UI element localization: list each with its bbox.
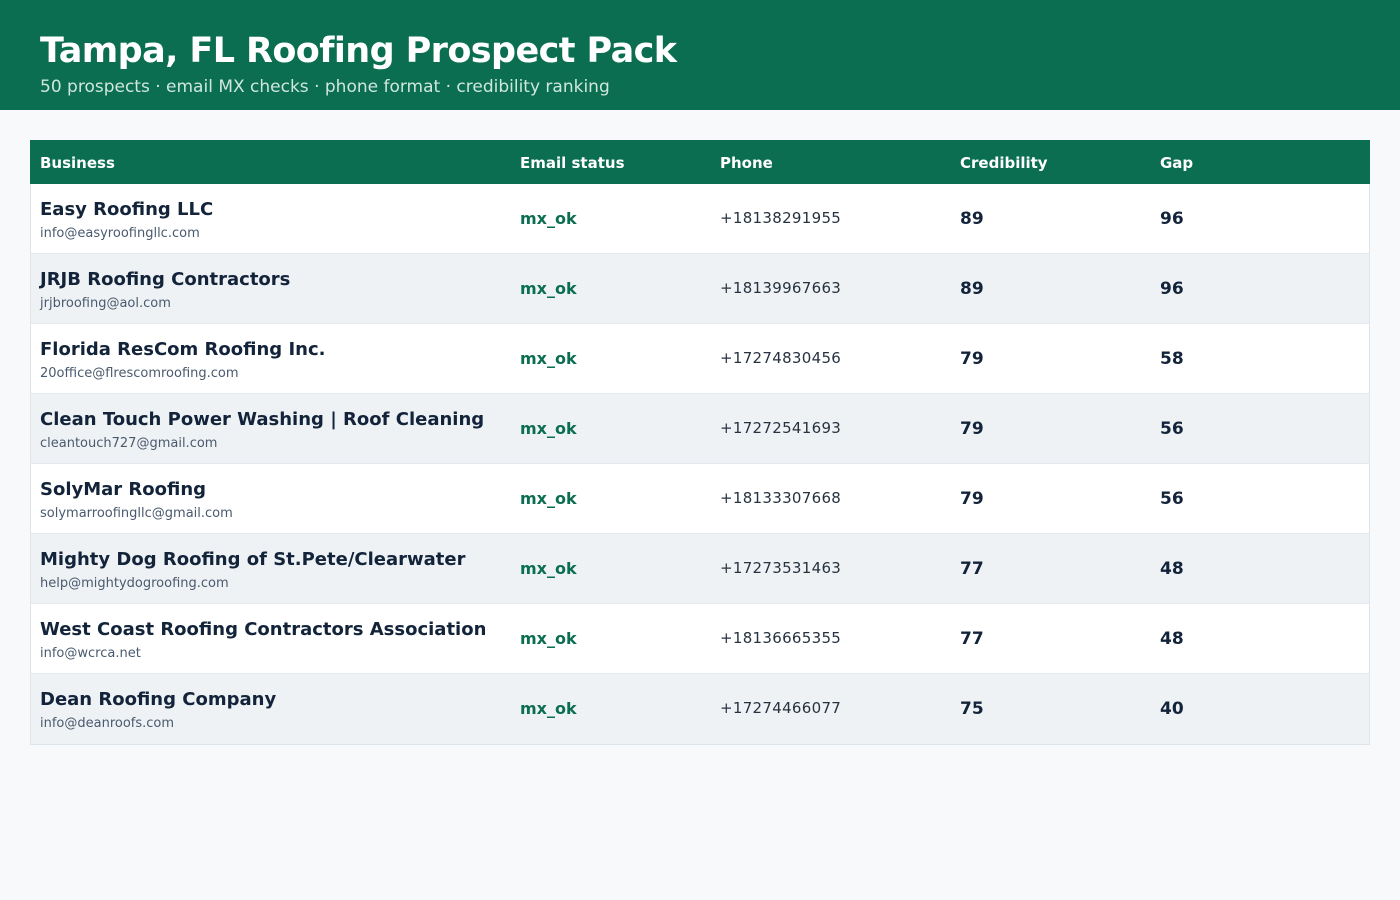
business-email: solymarroofingllc@gmail.com	[40, 506, 233, 521]
phone-number: +17274466077	[720, 699, 842, 717]
email-status-badge: mx_ok	[520, 349, 577, 368]
table-row[interactable]: SolyMar Roofing solymarroofingllc@gmail.…	[31, 464, 1369, 534]
phone-number: +18133307668	[720, 489, 842, 507]
business-email: info@wcrca.net	[40, 646, 141, 661]
email-status-badge: mx_ok	[520, 419, 577, 438]
gap-score: 96	[1160, 209, 1184, 229]
phone-number: +17273531463	[720, 559, 842, 577]
column-header-business[interactable]: Business	[40, 154, 115, 172]
table-body: Easy Roofing LLC info@easyroofingllc.com…	[31, 184, 1369, 744]
email-status-badge: mx_ok	[520, 559, 577, 578]
column-header-phone[interactable]: Phone	[720, 154, 773, 172]
email-status-badge: mx_ok	[520, 489, 577, 508]
phone-number: +17272541693	[720, 419, 842, 437]
business-email: jrjbroofing@aol.com	[40, 296, 171, 311]
table-row[interactable]: Mighty Dog Roofing of St.Pete/Clearwater…	[31, 534, 1369, 604]
credibility-score: 77	[960, 559, 984, 579]
prospect-table: Business Email status Phone Credibility …	[30, 140, 1370, 745]
gap-score: 96	[1160, 279, 1184, 299]
table-row[interactable]: Clean Touch Power Washing | Roof Cleanin…	[31, 394, 1369, 464]
credibility-score: 89	[960, 279, 984, 299]
business-name: Easy Roofing LLC	[40, 199, 214, 220]
business-email: info@easyroofingllc.com	[40, 226, 200, 241]
email-status-badge: mx_ok	[520, 629, 577, 648]
gap-score: 48	[1160, 629, 1184, 649]
email-status-badge: mx_ok	[520, 209, 577, 228]
column-header-credibility[interactable]: Credibility	[960, 154, 1048, 172]
phone-number: +18136665355	[720, 629, 842, 647]
business-name: West Coast Roofing Contractors Associati…	[40, 619, 487, 640]
column-header-email-status[interactable]: Email status	[520, 154, 625, 172]
table-row[interactable]: Dean Roofing Company info@deanroofs.com …	[31, 674, 1369, 744]
email-status-badge: mx_ok	[520, 699, 577, 718]
phone-number: +18139967663	[720, 279, 842, 297]
credibility-score: 79	[960, 489, 984, 509]
table-row[interactable]: Easy Roofing LLC info@easyroofingllc.com…	[31, 184, 1369, 254]
business-email: 20office@flrescomroofing.com	[40, 366, 239, 381]
page-subtitle: 50 prospects · email MX checks · phone f…	[40, 77, 610, 97]
credibility-score: 79	[960, 349, 984, 369]
business-email: cleantouch727@gmail.com	[40, 436, 218, 451]
business-name: Mighty Dog Roofing of St.Pete/Clearwater	[40, 549, 466, 570]
business-email: help@mightydogroofing.com	[40, 576, 229, 591]
table-header: Business Email status Phone Credibility …	[30, 140, 1370, 184]
phone-number: +18138291955	[720, 209, 842, 227]
credibility-score: 75	[960, 699, 984, 719]
business-name: Dean Roofing Company	[40, 689, 277, 710]
credibility-score: 89	[960, 209, 984, 229]
business-name: SolyMar Roofing	[40, 479, 207, 500]
table-row[interactable]: West Coast Roofing Contractors Associati…	[31, 604, 1369, 674]
gap-score: 40	[1160, 699, 1184, 719]
email-status-badge: mx_ok	[520, 279, 577, 298]
table-row[interactable]: JRJB Roofing Contractors jrjbroofing@aol…	[31, 254, 1369, 324]
business-name: JRJB Roofing Contractors	[40, 269, 291, 290]
business-email: info@deanroofs.com	[40, 716, 175, 731]
business-name: Florida ResCom Roofing Inc.	[40, 339, 326, 360]
credibility-score: 79	[960, 419, 984, 439]
column-header-gap[interactable]: Gap	[1160, 154, 1193, 172]
credibility-score: 77	[960, 629, 984, 649]
business-name: Clean Touch Power Washing | Roof Cleanin…	[40, 409, 485, 430]
gap-score: 56	[1160, 489, 1184, 509]
gap-score: 56	[1160, 419, 1184, 439]
page-title: Tampa, FL Roofing Prospect Pack	[40, 31, 677, 71]
gap-score: 48	[1160, 559, 1184, 579]
table-row[interactable]: Florida ResCom Roofing Inc. 20office@flr…	[31, 324, 1369, 394]
phone-number: +17274830456	[720, 349, 842, 367]
gap-score: 58	[1160, 349, 1184, 369]
page-header: Tampa, FL Roofing Prospect Pack 50 prosp…	[0, 0, 1400, 110]
